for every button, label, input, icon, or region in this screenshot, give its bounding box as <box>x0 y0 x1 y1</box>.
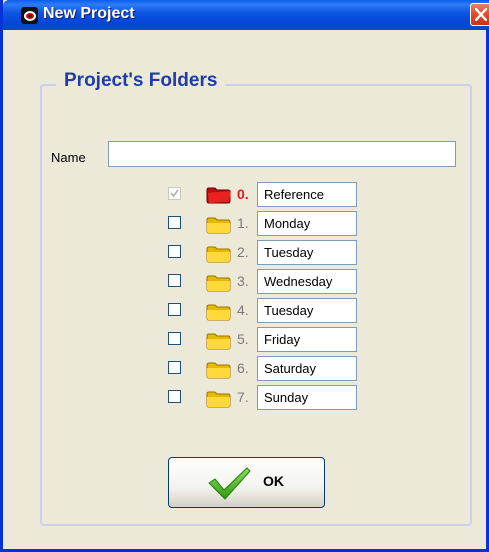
folder-row: 2. Tuesday <box>0 240 489 265</box>
folder-name-field[interactable]: Sunday <box>257 385 357 410</box>
ok-button[interactable]: OK <box>168 457 325 508</box>
app-logo-icon <box>21 7 38 24</box>
folder-checkbox <box>168 187 181 200</box>
folder-number: 0. <box>237 186 249 202</box>
folder-row: 7. Sunday <box>0 385 489 410</box>
folder-number: 5. <box>237 331 249 347</box>
folder-row: 5. Friday <box>0 327 489 352</box>
folder-number: 2. <box>237 244 249 260</box>
folder-checkbox[interactable] <box>168 390 181 403</box>
folder-row: 4. Tuesday <box>0 298 489 323</box>
folder-checkbox[interactable] <box>168 332 181 345</box>
title-bar[interactable]: New Project <box>3 0 489 30</box>
yellow-folder-icon <box>206 390 232 412</box>
yellow-folder-icon <box>206 274 232 296</box>
group-title: Project's Folders <box>56 70 226 92</box>
folder-row: 6. Saturday <box>0 356 489 381</box>
name-input[interactable] <box>108 141 456 167</box>
close-button[interactable] <box>470 3 489 26</box>
folder-row: 3. Wednesday <box>0 269 489 294</box>
folder-name-field[interactable]: Saturday <box>257 356 357 381</box>
folder-checkbox[interactable] <box>168 245 181 258</box>
red-flag-folder-icon <box>206 187 232 209</box>
yellow-folder-icon <box>206 245 232 267</box>
folder-row: 1. Monday <box>0 211 489 236</box>
folder-name-field[interactable]: Tuesday <box>257 298 357 323</box>
yellow-folder-icon <box>206 361 232 383</box>
folder-checkbox[interactable] <box>168 216 181 229</box>
close-icon <box>475 8 487 21</box>
ok-button-label: OK <box>263 473 284 489</box>
folder-checkbox[interactable] <box>168 303 181 316</box>
folder-number: 3. <box>237 273 249 289</box>
green-check-icon <box>208 467 251 500</box>
folder-checkbox[interactable] <box>168 274 181 287</box>
folder-row: 0. Reference <box>0 182 489 207</box>
name-label: Name <box>51 150 86 165</box>
folder-number: 7. <box>237 389 249 405</box>
folder-name-field[interactable]: Monday <box>257 211 357 236</box>
folder-name-field[interactable]: Reference <box>257 182 357 207</box>
folder-checkbox[interactable] <box>168 361 181 374</box>
yellow-folder-icon <box>206 303 232 325</box>
yellow-folder-icon <box>206 216 232 238</box>
folder-number: 6. <box>237 360 249 376</box>
folder-name-field[interactable]: Friday <box>257 327 357 352</box>
folder-number: 1. <box>237 215 249 231</box>
window-title: New Project <box>43 5 135 22</box>
folder-name-field[interactable]: Tuesday <box>257 240 357 265</box>
folder-number: 4. <box>237 302 249 318</box>
folder-name-field[interactable]: Wednesday <box>257 269 357 294</box>
yellow-folder-icon <box>206 332 232 354</box>
